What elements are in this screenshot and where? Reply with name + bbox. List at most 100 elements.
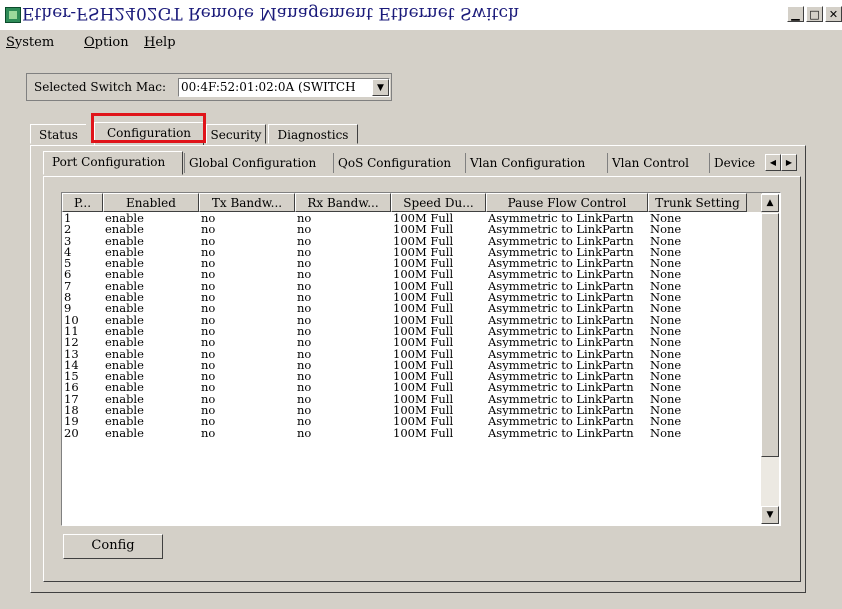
tab-vlan-configuration[interactable]: Vlan Configuration — [465, 153, 585, 173]
table-row[interactable]: 10 enable no no 100M Full Asymmetric to LinkP… — [62, 315, 762, 326]
tab-security[interactable]: Security — [206, 124, 266, 144]
table-cell: no — [297, 359, 312, 371]
table-row[interactable]: 9 enable no no 100M Full Asymmetric to LinkPa… — [62, 303, 762, 314]
col-speed-duplex[interactable]: Speed Du... — [391, 193, 486, 212]
tab-port-configuration[interactable]: Port Configuration — [43, 151, 183, 175]
table-cell: no — [297, 269, 312, 281]
table-cell: 9 — [64, 303, 72, 315]
table-row[interactable]: 20 enable no no 100M Full Asymmetric to LinkP… — [62, 428, 762, 439]
table-cell: no — [201, 269, 216, 281]
close-button[interactable]: ✕ — [825, 6, 842, 22]
table-cell: Asymmetric to LinkPartn — [488, 337, 634, 349]
tab-qos-configuration[interactable]: QoS Configuration — [333, 153, 451, 173]
chevron-left-icon[interactable]: ◀ — [765, 154, 781, 171]
menu-system[interactable]: System — [6, 35, 54, 50]
table-cell: enable — [105, 213, 144, 224]
table-row[interactable]: 5 enable no no 100M Full Asymmetric to LinkPa… — [62, 258, 762, 269]
table-cell: no — [297, 337, 312, 349]
col-enabled[interactable]: Enabled — [103, 193, 199, 212]
table-cell: no — [201, 258, 216, 270]
table-cell: 7 — [64, 280, 72, 292]
table-cell: no — [201, 224, 216, 236]
menu-help[interactable]: Help — [144, 35, 176, 50]
table-cell: None — [650, 348, 682, 360]
col-pause-flow-control[interactable]: Pause Flow Control — [486, 193, 648, 212]
table-cell: Asymmetric to LinkPartn — [488, 213, 634, 224]
table-row[interactable]: 12 enable no no 100M Full Asymmetric to LinkP… — [62, 337, 762, 348]
table-cell: None — [650, 416, 682, 428]
table-cell: no — [201, 235, 216, 247]
table-row[interactable]: 15 enable no no 100M Full Asymmetric to LinkP… — [62, 371, 762, 382]
table-cell: enable — [105, 224, 144, 236]
table-cell: 5 — [64, 258, 72, 270]
table-cell: Asymmetric to LinkPartn — [488, 382, 634, 394]
table-row[interactable]: 1 enable no no 100M Full Asymmetric to LinkPa… — [62, 213, 762, 224]
col-port[interactable]: P... — [62, 193, 103, 212]
menu-option[interactable]: Option — [84, 35, 129, 50]
table-cell: 100M Full — [393, 382, 454, 394]
table-cell: no — [201, 393, 216, 405]
table-cell: no — [297, 258, 312, 270]
table-row[interactable]: 13 enable no no 100M Full Asymmetric to LinkP… — [62, 349, 762, 360]
table-cell: enable — [105, 416, 144, 428]
app-window: Ether-FSH2402GT Remote Management Ethern… — [0, 0, 842, 609]
vertical-scrollbar[interactable]: ▲ ▼ — [761, 194, 779, 524]
scroll-thumb[interactable] — [761, 213, 779, 457]
table-row[interactable]: 14 enable no no 100M Full Asymmetric to LinkP… — [62, 360, 762, 371]
table-cell: None — [650, 213, 682, 224]
table-row[interactable]: 4 enable no no 100M Full Asymmetric to LinkPa… — [62, 247, 762, 258]
tab-vlan-control[interactable]: Vlan Control — [607, 153, 689, 173]
table-cell: no — [297, 405, 312, 417]
table-cell: Asymmetric to LinkPartn — [488, 405, 634, 417]
tab-device[interactable]: Device — [709, 153, 755, 173]
table-cell: 100M Full — [393, 393, 454, 405]
table-cell: no — [297, 303, 312, 315]
table-row[interactable]: 17 enable no no 100M Full Asymmetric to LinkP… — [62, 394, 762, 405]
minimize-button[interactable]: ▁ — [787, 6, 804, 22]
table-cell: 18 — [64, 405, 79, 417]
scroll-up-icon[interactable]: ▲ — [761, 194, 779, 212]
col-trunk-setting[interactable]: Trunk Setting — [648, 193, 747, 212]
maximize-button[interactable]: □ — [806, 6, 823, 22]
col-rx-bandwidth[interactable]: Rx Bandw... — [295, 193, 391, 212]
table-cell: None — [650, 359, 682, 371]
table-row[interactable]: 6 enable no no 100M Full Asymmetric to LinkPa… — [62, 269, 762, 280]
table-row[interactable]: 18 enable no no 100M Full Asymmetric to LinkP… — [62, 405, 762, 416]
table-cell: enable — [105, 292, 144, 304]
table-cell: 16 — [64, 382, 79, 394]
table-cell: 100M Full — [393, 325, 454, 337]
table-row[interactable]: 16 enable no no 100M Full Asymmetric to LinkP… — [62, 382, 762, 393]
mac-select[interactable]: 00:4F:52:01:02:0A (SWITCH ▼ — [178, 78, 390, 97]
table-cell: no — [201, 416, 216, 428]
table-cell: no — [201, 303, 216, 315]
table-row[interactable]: 19 enable no no 100M Full Asymmetric to LinkP… — [62, 416, 762, 427]
table-cell: None — [650, 382, 682, 394]
table-row[interactable]: 8 enable no no 100M Full Asymmetric to LinkPa… — [62, 292, 762, 303]
config-button[interactable]: Config — [63, 534, 163, 559]
scroll-down-icon[interactable]: ▼ — [761, 506, 779, 524]
table-cell: 20 — [64, 427, 79, 439]
table-cell: None — [650, 405, 682, 417]
col-tx-bandwidth[interactable]: Tx Bandw... — [199, 193, 295, 212]
table-cell: no — [297, 213, 312, 224]
table-cell: Asymmetric to LinkPartn — [488, 314, 634, 326]
table-cell: 100M Full — [393, 269, 454, 281]
table-cell: 8 — [64, 292, 72, 304]
table-row[interactable]: 2 enable no no 100M Full Asymmetric to LinkPa… — [62, 224, 762, 235]
table-cell: no — [297, 393, 312, 405]
table-row[interactable]: 11 enable no no 100M Full Asymmetric to LinkP… — [62, 326, 762, 337]
tab-status[interactable]: Status — [30, 124, 86, 144]
table-cell: Asymmetric to LinkPartn — [488, 258, 634, 270]
tab-global-configuration[interactable]: Global Configuration — [184, 153, 316, 173]
tab-diagnostics[interactable]: Diagnostics — [268, 124, 358, 144]
table-cell: 11 — [64, 325, 79, 337]
table-row[interactable]: 3 enable no no 100M Full Asymmetric to LinkPa… — [62, 236, 762, 247]
table-body: 1 enable no no 100M Full Asymmetric to LinkPa… — [62, 213, 762, 439]
table-cell: 10 — [64, 314, 79, 326]
dropdown-arrow-icon[interactable]: ▼ — [372, 79, 389, 96]
table-row[interactable]: 7 enable no no 100M Full Asymmetric to LinkPa… — [62, 281, 762, 292]
chevron-right-icon[interactable]: ▶ — [781, 154, 797, 171]
table-cell: Asymmetric to LinkPartn — [488, 235, 634, 247]
table-cell: no — [201, 405, 216, 417]
table-cell: no — [201, 280, 216, 292]
